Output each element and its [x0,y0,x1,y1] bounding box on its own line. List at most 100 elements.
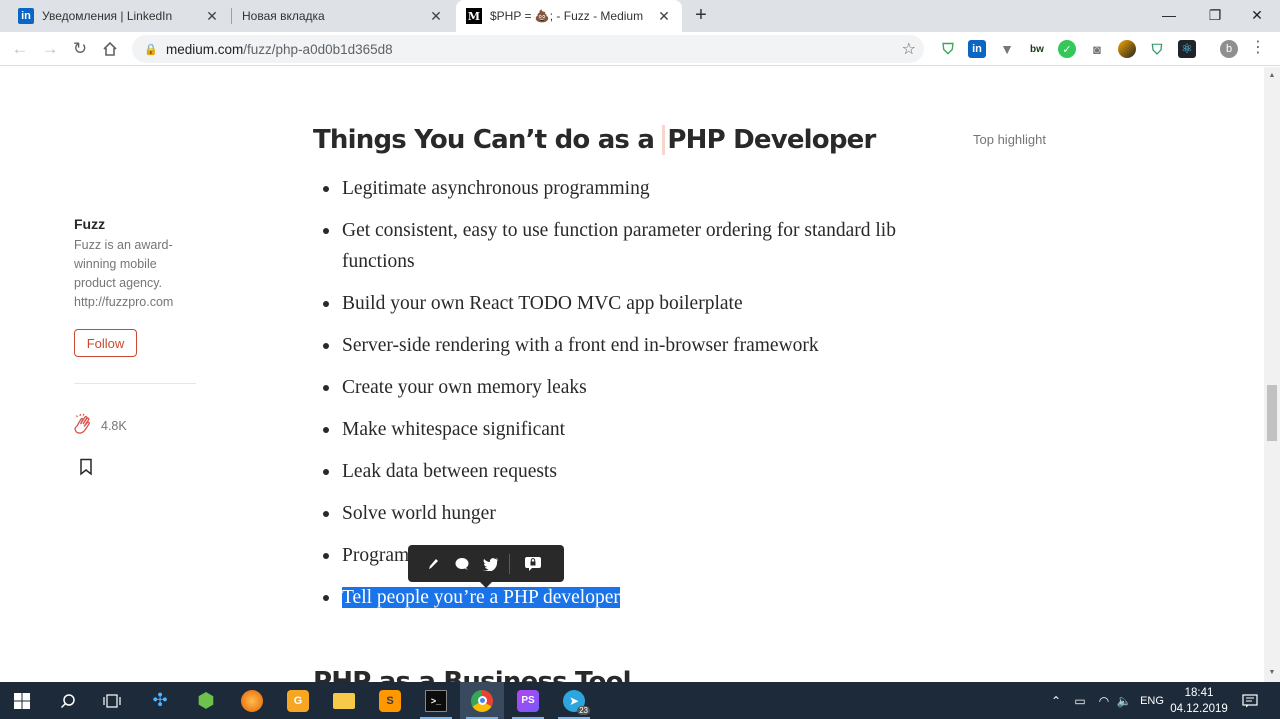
tab-medium[interactable]: M $PHP = 💩; - Fuzz - Medium ✕ [456,0,682,32]
sublime-text-icon: S [379,689,401,712]
linkedin-extension-icon[interactable]: in [968,40,986,58]
list-item: Build your own React TODO MVC app boiler… [320,288,960,319]
pen-icon [428,558,438,569]
taskbar-phpstorm[interactable]: PS [506,682,550,719]
clap-button[interactable] [71,413,95,437]
linkedin-icon: in [18,8,34,24]
private-note-button[interactable] [518,552,547,576]
task-view-button[interactable] [90,682,134,719]
camera-extension-icon[interactable]: ◙ [1088,40,1106,58]
author-bio: Fuzz is an award-winning mobile product … [74,238,174,309]
scroll-up-icon[interactable]: ▲ [1264,69,1280,83]
close-window-button[interactable]: ✕ [1234,0,1280,30]
chrome-icon [471,689,493,712]
notifications-icon[interactable] [1240,682,1260,719]
browser-menu-icon[interactable]: ⋮ [1250,38,1266,60]
profile-avatar[interactable]: b [1220,40,1238,58]
telegram-badge: 23 [577,706,590,715]
close-icon[interactable]: ✕ [428,8,444,25]
private-note-icon [524,556,541,571]
new-tab-button[interactable]: + [689,4,713,28]
folder-icon [333,692,355,709]
clock-date: 04.12.2019 [1170,703,1228,715]
close-icon[interactable]: ✕ [204,8,220,25]
shield-extension-icon[interactable]: ⛉ [939,40,957,58]
taskbar-firefox[interactable] [230,682,274,719]
bookmark-button[interactable] [79,458,93,476]
forward-button[interactable]: → [38,37,62,61]
article-page: Things You Can’t do as a PHP Developer T… [0,67,1264,682]
tab-title: $PHP = 💩; - Fuzz - Medium [490,9,644,23]
lock-icon: 🔒 [144,43,158,56]
author-name[interactable]: Fuzz [74,216,105,232]
scroll-down-icon[interactable]: ▼ [1264,666,1280,680]
taskbar-app-g[interactable]: G [276,682,320,719]
popup-divider [509,553,510,574]
url-host: medium.com [166,41,244,57]
highlight-toolbar [408,545,564,588]
tab-new-tab[interactable]: Новая вкладка ✕ [232,0,454,32]
taskbar-terminal[interactable]: >_ [414,682,458,719]
taskbar-sublime[interactable]: S [368,682,412,719]
search-icon [60,693,75,708]
taskbar-app-nodejs[interactable]: ⬢ [184,682,228,719]
start-button[interactable] [0,682,44,719]
language-indicator[interactable]: ENG [1140,682,1164,719]
tab-linkedin[interactable]: in Уведомления | LinkedIn ✕ [8,0,230,32]
page-scrollbar[interactable]: ▲ ▼ [1264,67,1280,682]
maximize-button[interactable]: ❐ [1192,0,1238,30]
medium-icon: M [466,8,482,24]
windows-taskbar: ✣ ⬢ G S >_ PS ➤ 23 ⌃ ▭ ◠ 🔈 ENG 18:41 04.… [0,682,1280,719]
swirl-extension-icon[interactable] [1118,40,1136,58]
taskbar-telegram[interactable]: ➤ 23 [552,682,596,719]
hexagon-app-icon: ⬢ [197,690,215,712]
network-app-icon: ✣ [152,690,168,710]
react-devtools-icon[interactable]: ⚛ [1178,40,1196,58]
respond-button[interactable] [447,552,476,576]
list-item: Solve world hunger [320,498,960,529]
guard-extension-icon[interactable]: ⛉ [1148,40,1166,58]
scrollbar-thumb[interactable] [1267,385,1277,441]
check-extension-icon[interactable]: ✓ [1058,40,1076,58]
search-button[interactable] [46,682,90,719]
wifi-icon[interactable]: ◠ [1095,682,1113,719]
next-section-heading: PHP as a Business Tool [313,667,632,682]
tray-overflow-icon[interactable]: ⌃ [1048,682,1064,719]
vee-extension-icon[interactable]: ▼ [998,40,1016,58]
minimize-button[interactable]: — [1146,0,1192,30]
bookmark-icon [80,458,92,476]
tab-strip: in Уведомления | LinkedIn ✕ Новая вкладк… [0,0,1280,32]
taskbar-chrome[interactable] [460,682,504,719]
highlight-button[interactable] [418,552,447,576]
clap-icon [74,413,90,434]
tab-title: Новая вкладка [242,9,325,23]
orange-app-icon: G [287,689,309,712]
list-item: Get consistent, easy to use function par… [320,215,960,277]
system-clock[interactable]: 18:41 04.12.2019 [1166,685,1232,717]
windows-logo-icon [14,692,30,709]
task-view-icon [103,693,121,708]
bw-extension-icon[interactable]: bw [1028,40,1046,58]
follow-button[interactable]: Follow [74,329,137,357]
clap-count: 4.8K [101,419,127,433]
reload-button[interactable]: ↻ [68,37,92,61]
firefox-icon [241,689,263,712]
bookmark-star-icon[interactable]: ☆ [902,39,916,59]
selected-text[interactable]: Tell people you’re a PHP developer [342,587,620,608]
taskbar-file-explorer[interactable] [322,682,366,719]
list-item: Leak data between requests [320,456,960,487]
taskbar-app-1[interactable]: ✣ [138,682,182,719]
close-icon[interactable]: ✕ [656,8,672,25]
sidebar-divider [74,383,196,384]
tweet-button[interactable] [476,552,505,576]
volume-icon[interactable]: 🔈 [1116,682,1132,719]
address-bar[interactable]: 🔒 medium.com/fuzz/php-a0d0b1d365d8 ☆ [132,35,924,63]
phpstorm-icon: PS [517,689,539,712]
back-button[interactable]: ← [8,37,32,61]
list-item: Server-side rendering with a front end i… [320,330,960,361]
clock-time: 18:41 [1184,687,1214,699]
top-highlight-label: Top highlight [973,132,1046,147]
section-heading: Things You Can’t do as a PHP Developer [313,125,876,155]
battery-icon[interactable]: ▭ [1072,682,1088,719]
home-button[interactable] [98,37,122,61]
